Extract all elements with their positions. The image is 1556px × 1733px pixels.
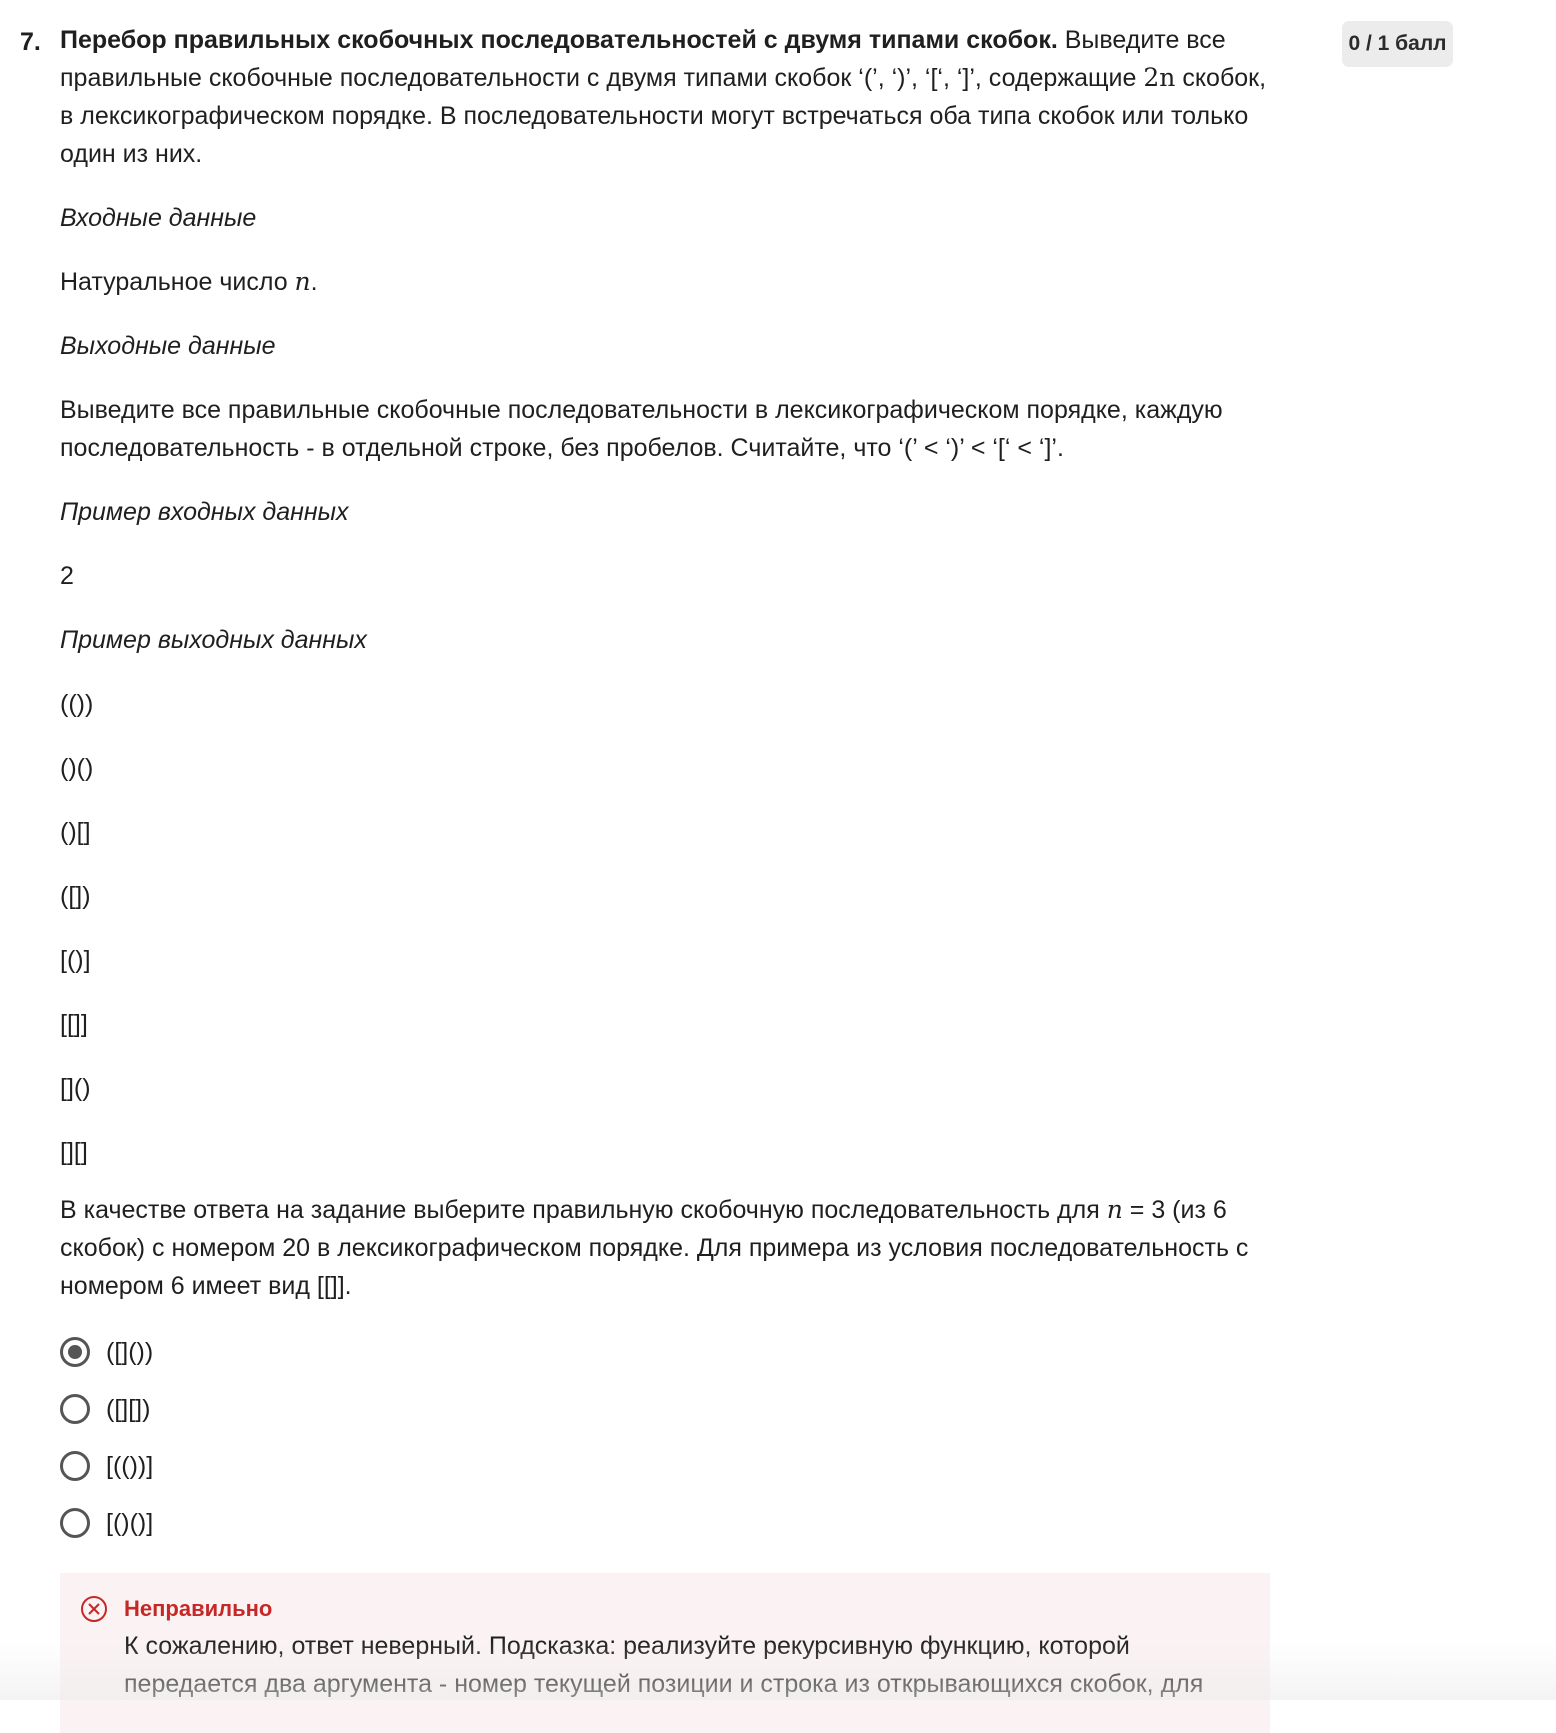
- sample-output-line: ()(): [60, 754, 94, 782]
- sample-output-line: (()): [60, 690, 94, 718]
- option-label[interactable]: ([][]): [106, 1390, 150, 1428]
- answer-options: ([]()) ([][]) [(())] [()()]: [60, 1333, 1270, 1542]
- feedback-title: Неправильно: [124, 1596, 273, 1621]
- question-title: Перебор правильных скобочных последовате…: [60, 26, 1058, 54]
- score-badge: 0 / 1 балл: [1342, 21, 1453, 67]
- question-content: Перебор правильных скобочных последовате…: [60, 21, 1270, 1561]
- question-intro: Перебор правильных скобочных последовате…: [60, 21, 1270, 173]
- answer-option[interactable]: [(())]: [60, 1447, 1270, 1485]
- sample-output-line: ()[]: [60, 818, 91, 846]
- math-n: n: [294, 267, 311, 296]
- input-text: Натуральное число: [60, 268, 295, 296]
- answer-task-text: В качестве ответа на задание выберите пр…: [60, 1196, 1107, 1224]
- option-label[interactable]: [(())]: [106, 1447, 153, 1485]
- sample-input-value: 2: [60, 562, 74, 590]
- input-heading: Входные данные: [60, 204, 257, 232]
- input-text-end: .: [310, 268, 318, 296]
- radio-button[interactable]: [60, 1394, 90, 1424]
- sample-output-heading: Пример выходных данных: [60, 626, 367, 654]
- x-circle-icon: [81, 1596, 107, 1622]
- answer-option[interactable]: [()()]: [60, 1504, 1270, 1542]
- sample-input-heading: Пример входных данных: [60, 498, 349, 526]
- math-2n: 2n: [1143, 63, 1176, 92]
- sample-output-line: [][]: [60, 1138, 88, 1166]
- answer-option[interactable]: ([][]): [60, 1390, 1270, 1428]
- sample-output-line: ([]): [60, 882, 91, 910]
- input-description: Натуральное число n.: [60, 263, 1270, 301]
- option-label[interactable]: [()()]: [106, 1504, 153, 1542]
- radio-button-selected[interactable]: [60, 1337, 90, 1367]
- question-number: 7.: [20, 28, 41, 56]
- sample-output-line: [()]: [60, 946, 91, 974]
- answer-task: В качестве ответа на задание выберите пр…: [60, 1191, 1270, 1305]
- answer-option[interactable]: ([]()): [60, 1333, 1270, 1371]
- option-label[interactable]: ([]()): [106, 1333, 153, 1371]
- radio-button[interactable]: [60, 1508, 90, 1538]
- sample-output-line: [[]]: [60, 1010, 88, 1038]
- output-description: Выведите все правильные скобочные послед…: [60, 396, 1223, 462]
- math-n: n: [1106, 1195, 1123, 1224]
- feedback-panel: Неправильно К сожалению, ответ неверный.…: [60, 1573, 1270, 1733]
- feedback-header: Неправильно: [80, 1591, 1250, 1627]
- feedback-text: К сожалению, ответ неверный. Подсказка: …: [124, 1632, 1204, 1698]
- radio-button[interactable]: [60, 1451, 90, 1481]
- sample-output-line: [](): [60, 1074, 91, 1102]
- output-heading: Выходные данные: [60, 332, 276, 360]
